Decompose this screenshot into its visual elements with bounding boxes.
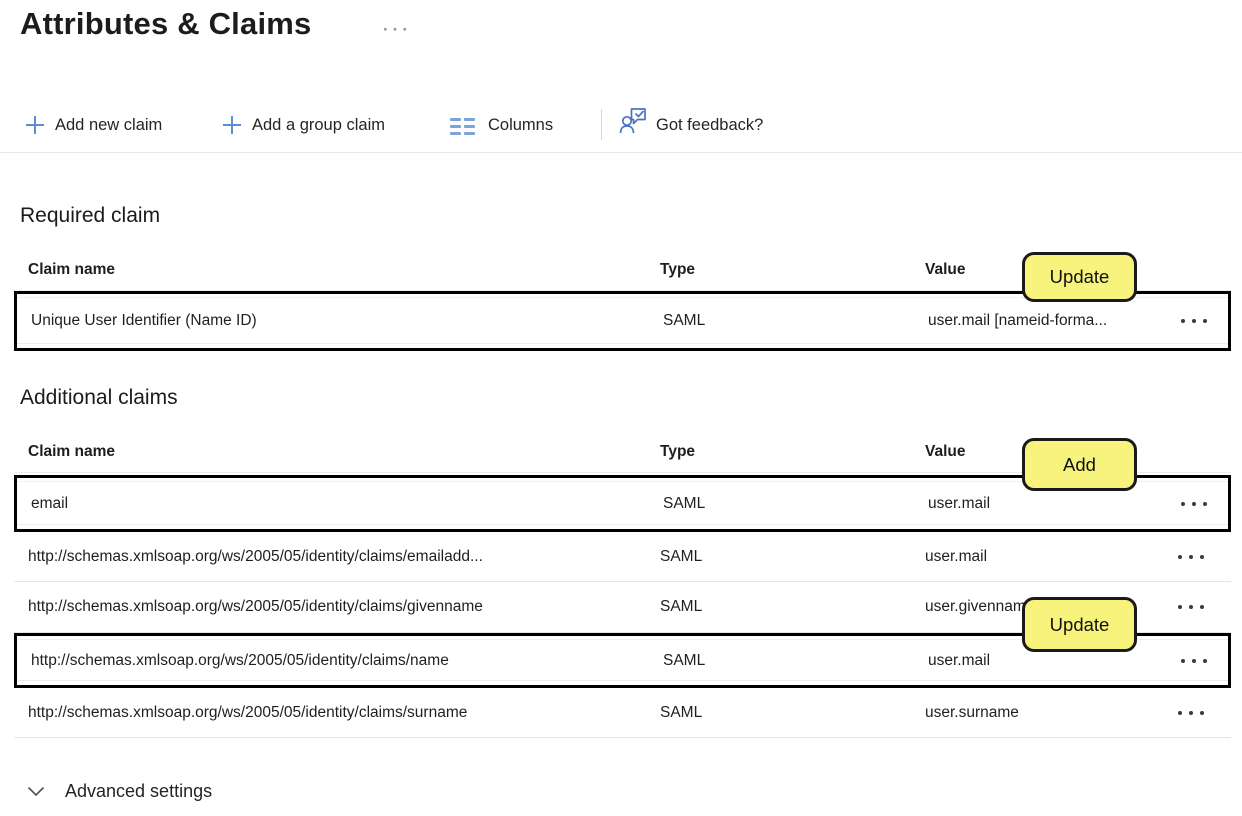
row-more-options-icon[interactable] xyxy=(1181,315,1207,327)
advanced-settings-toggle[interactable]: Advanced settings xyxy=(28,781,212,802)
cell-value: user.mail xyxy=(925,547,988,565)
cell-type: SAML xyxy=(660,703,703,721)
column-header-value: Value xyxy=(925,261,966,278)
table-row-emailaddress[interactable]: http://schemas.xmlsoap.org/ws/2005/05/id… xyxy=(14,532,1231,582)
toolbar-divider xyxy=(0,152,1242,153)
row-more-options-icon[interactable] xyxy=(1178,551,1204,563)
page-title: Attributes & Claims xyxy=(20,6,312,41)
cell-type: SAML xyxy=(660,547,703,565)
additional-claims-heading: Additional claims xyxy=(20,386,178,409)
column-header-claim-name: Claim name xyxy=(28,261,116,278)
row-more-options-icon[interactable] xyxy=(1178,601,1204,613)
cell-claim-name: http://schemas.xmlsoap.org/ws/2005/05/id… xyxy=(28,703,468,721)
cell-claim-name: http://schemas.xmlsoap.org/ws/2005/05/id… xyxy=(28,547,483,565)
annotation-add-badge: Add xyxy=(1022,438,1137,491)
add-group-claim-button[interactable]: Add a group claim xyxy=(252,115,385,136)
cell-type: SAML xyxy=(663,312,706,329)
cell-value: user.mail [nameid-forma... xyxy=(928,312,1108,329)
advanced-settings-label: Advanced settings xyxy=(65,781,213,801)
feedback-icon xyxy=(618,107,647,140)
add-new-claim-button[interactable]: Add new claim xyxy=(55,115,162,136)
column-header-claim-name: Claim name xyxy=(28,443,116,460)
row-more-options-icon[interactable] xyxy=(1178,707,1204,719)
plus-icon xyxy=(222,115,242,140)
column-header-type: Type xyxy=(660,261,696,278)
cell-value: user.surname xyxy=(925,703,1019,721)
cell-claim-name: email xyxy=(31,494,69,512)
cell-value: user.mail xyxy=(928,651,991,669)
annotation-update-badge: Update xyxy=(1022,252,1137,302)
chevron-down-icon xyxy=(28,787,44,796)
cell-value: user.mail xyxy=(928,494,991,512)
row-more-options-icon[interactable] xyxy=(1181,655,1207,667)
column-header-value: Value xyxy=(925,443,966,460)
row-more-options-icon[interactable] xyxy=(1181,498,1207,510)
cell-claim-name: http://schemas.xmlsoap.org/ws/2005/05/id… xyxy=(28,598,483,615)
cell-value: user.givenname xyxy=(925,598,1035,615)
required-claim-heading: Required claim xyxy=(20,204,161,227)
cell-type: SAML xyxy=(660,598,703,615)
cell-claim-name: Unique User Identifier (Name ID) xyxy=(31,312,257,329)
got-feedback-button[interactable]: Got feedback? xyxy=(656,115,763,136)
toolbar-separator xyxy=(601,109,602,140)
cell-type: SAML xyxy=(663,651,706,669)
columns-icon xyxy=(450,118,476,140)
plus-icon xyxy=(25,115,45,140)
column-header-type: Type xyxy=(660,443,696,460)
table-row-surname[interactable]: http://schemas.xmlsoap.org/ws/2005/05/id… xyxy=(14,688,1231,738)
annotation-update-badge: Update xyxy=(1022,597,1137,652)
columns-button[interactable]: Columns xyxy=(488,115,553,136)
more-options-icon[interactable]: ··· xyxy=(383,20,412,40)
cell-claim-name: http://schemas.xmlsoap.org/ws/2005/05/id… xyxy=(31,651,449,669)
cell-type: SAML xyxy=(663,494,706,512)
attributes-claims-page: Attributes & Claims ··· Add new claim Ad… xyxy=(0,0,1242,816)
